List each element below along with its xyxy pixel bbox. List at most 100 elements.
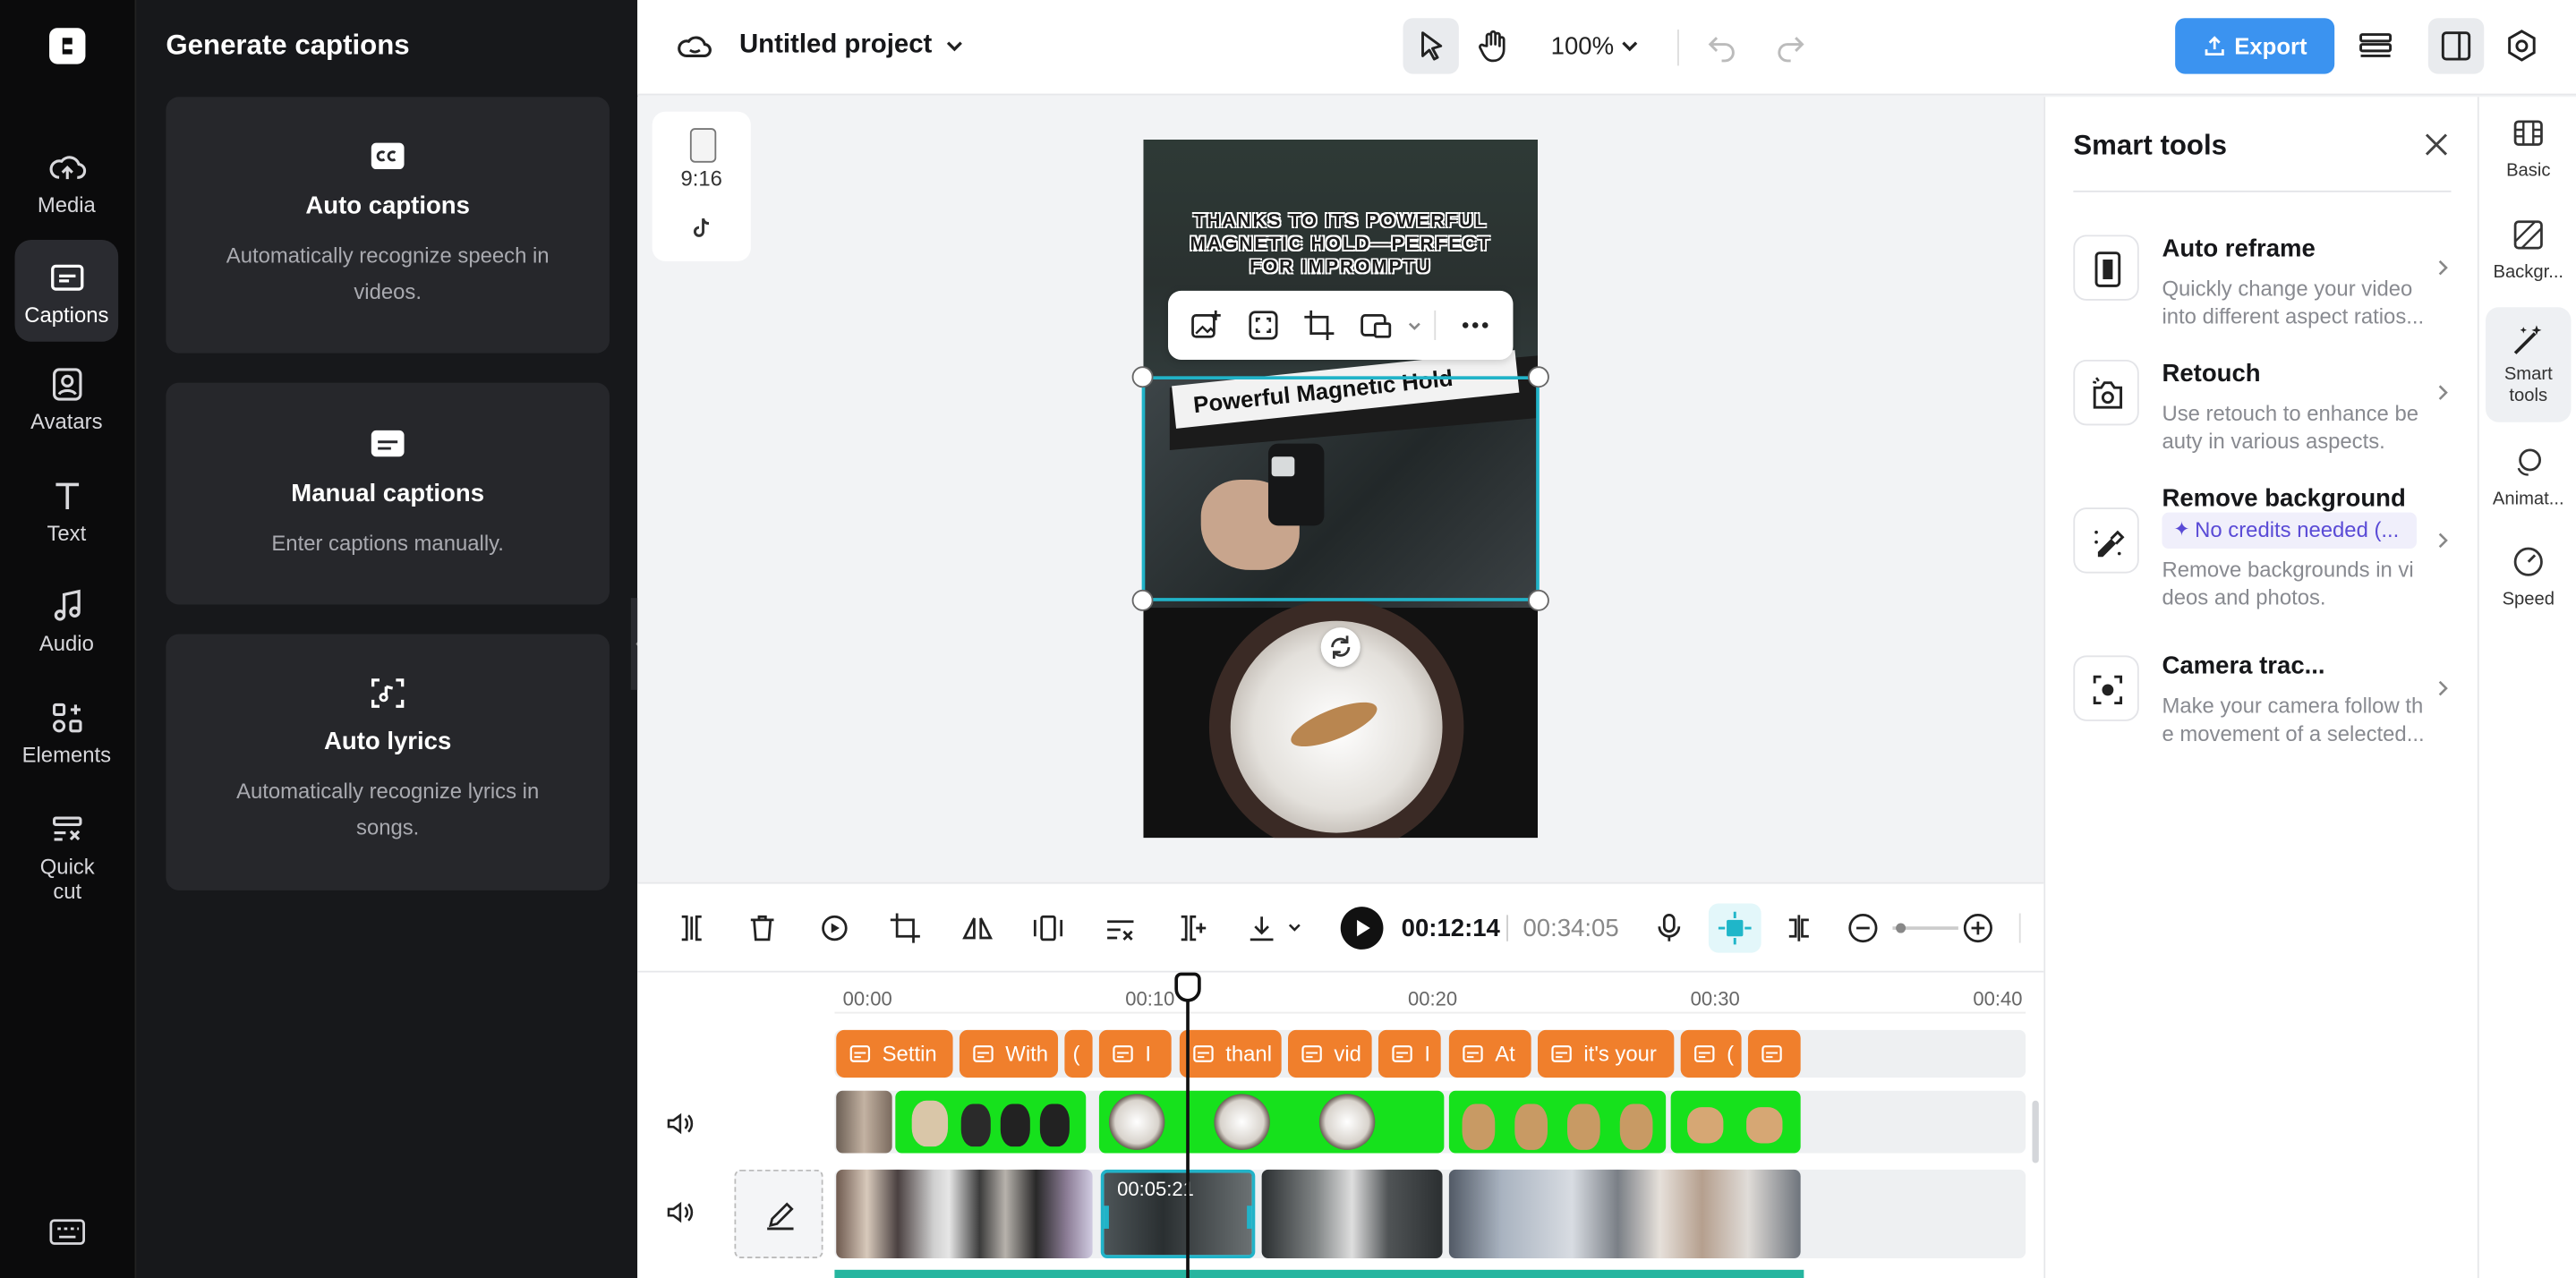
caption-clip[interactable]: vid xyxy=(1287,1029,1372,1078)
smart-tool-retouch[interactable]: Retouch Use retouch to enhance be auty i… xyxy=(2073,359,2451,464)
video-clip[interactable] xyxy=(1448,1169,1801,1258)
select-tool-button[interactable] xyxy=(1403,18,1459,74)
aspect-ratio-card[interactable]: 9:16 xyxy=(652,111,751,261)
rail-item-animation[interactable]: Animat... xyxy=(2486,445,2571,527)
caption-clip[interactable]: ( xyxy=(1680,1029,1742,1078)
replace-image-icon[interactable] xyxy=(1190,309,1223,342)
more-icon[interactable] xyxy=(1459,309,1492,342)
smart-tool-camera-tracking[interactable]: Camera trac... Make your camera follow t… xyxy=(2073,652,2451,757)
rail-item-background[interactable]: Backgr... xyxy=(2486,218,2571,301)
overlay-clip[interactable] xyxy=(895,1090,1087,1154)
caption-clip[interactable]: ( xyxy=(1064,1029,1093,1078)
keyboard-icon[interactable] xyxy=(49,1217,85,1247)
cloud-sync-icon[interactable] xyxy=(677,30,712,63)
rail-item-text[interactable]: Text xyxy=(15,476,119,578)
rail-item-media[interactable]: Media xyxy=(15,141,119,243)
overlay-clip-thumb xyxy=(1462,1103,1496,1150)
overlay-clip[interactable] xyxy=(1670,1090,1801,1154)
caption-clip[interactable]: I xyxy=(1378,1029,1441,1078)
playhead-handle[interactable] xyxy=(1174,972,1201,1002)
rail-item-basic[interactable]: Basic xyxy=(2486,116,2571,199)
rotate-handle[interactable] xyxy=(1320,627,1361,668)
video-clip[interactable] xyxy=(1261,1169,1443,1258)
rail-item-speed[interactable]: Speed xyxy=(2486,545,2571,627)
resize-handle[interactable] xyxy=(1527,366,1549,388)
caption-clip[interactable]: I xyxy=(1098,1029,1172,1078)
timeline[interactable]: 00:00 00:10 00:20 00:30 00:40 Settin Wit… xyxy=(637,972,2044,1278)
smart-tool-auto-reframe[interactable]: Auto reframe Quickly change your video i… xyxy=(2073,234,2451,339)
adjust-icon[interactable] xyxy=(1104,912,1137,945)
fit-icon[interactable] xyxy=(1032,912,1065,945)
split-screen-icon[interactable] xyxy=(1782,912,1815,945)
resize-handle[interactable] xyxy=(1527,589,1549,611)
rail-item-label: Text xyxy=(47,520,87,546)
chevron-down-icon[interactable] xyxy=(943,35,967,58)
selected-video-clip[interactable]: 00:05:21 xyxy=(1100,1169,1256,1258)
project-title[interactable]: Untitled project xyxy=(739,31,932,61)
focus-frame-icon[interactable] xyxy=(1247,309,1280,342)
export-button[interactable]: Export xyxy=(2175,18,2335,74)
layout-toggle-button[interactable] xyxy=(2427,18,2485,74)
clip-trim-handle-right[interactable] xyxy=(1247,1206,1252,1229)
caption-clip[interactable]: thanl xyxy=(1179,1029,1282,1078)
resize-handle[interactable] xyxy=(1131,366,1154,388)
selection-box[interactable] xyxy=(1141,376,1540,601)
rail-item-elements[interactable]: Elements xyxy=(15,698,119,800)
auto-captions-card[interactable]: Auto captions Automatically recognize sp… xyxy=(166,97,610,354)
resize-handle[interactable] xyxy=(1131,589,1154,611)
download-icon[interactable] xyxy=(1245,912,1278,945)
caption-clip[interactable]: it's your xyxy=(1537,1029,1675,1078)
split-icon[interactable] xyxy=(675,912,708,945)
overlay-clip[interactable] xyxy=(1098,1090,1445,1154)
speed-ramp-icon[interactable] xyxy=(818,912,851,945)
zoom-in-icon[interactable] xyxy=(1962,912,1995,945)
zoom-slider-thumb[interactable] xyxy=(1896,923,1906,933)
time-divider xyxy=(1506,915,1508,941)
clip-trim-handle-left[interactable] xyxy=(1104,1206,1109,1229)
app-logo[interactable] xyxy=(49,28,86,64)
undo-icon[interactable] xyxy=(1705,30,1738,63)
caption-clip[interactable]: With xyxy=(959,1029,1059,1078)
play-button[interactable] xyxy=(1340,907,1384,950)
crop-icon[interactable] xyxy=(1303,309,1336,342)
zoom-chevron-icon[interactable] xyxy=(1618,35,1642,58)
close-icon[interactable] xyxy=(2423,132,2449,158)
caption-clip[interactable] xyxy=(1747,1029,1801,1078)
manual-captions-card[interactable]: Manual captions Enter captions manually. xyxy=(166,382,610,605)
caption-clip[interactable]: At xyxy=(1448,1029,1531,1078)
layers-icon[interactable] xyxy=(2358,28,2393,64)
crop-icon[interactable] xyxy=(889,912,922,945)
chevron-down-icon[interactable] xyxy=(1406,319,1422,335)
settings-icon[interactable] xyxy=(2503,28,2539,64)
smart-tool-remove-background[interactable]: Remove background ✦ No credits needed (.… xyxy=(2073,484,2451,626)
delete-icon[interactable] xyxy=(746,912,779,945)
playhead[interactable] xyxy=(1186,998,1190,1278)
magnet-snap-button[interactable] xyxy=(1708,903,1761,953)
redo-icon[interactable] xyxy=(1774,30,1807,63)
rail-item-smart-tools[interactable]: Smart tools xyxy=(2486,307,2572,422)
rail-item-captions[interactable]: Captions xyxy=(14,239,119,342)
caption-clip[interactable]: Settin xyxy=(836,1029,953,1078)
flip-icon[interactable] xyxy=(961,912,994,945)
hand-tool-icon[interactable] xyxy=(1475,28,1511,64)
zoom-level[interactable]: 100% xyxy=(1551,33,1614,61)
zoom-out-icon[interactable] xyxy=(1847,912,1880,945)
rail-item-audio[interactable]: Audio xyxy=(15,586,119,688)
microphone-icon[interactable] xyxy=(1652,912,1685,945)
rail-item-avatars[interactable]: Avatars xyxy=(15,364,119,466)
overlay-clip[interactable] xyxy=(1448,1090,1667,1154)
timeline-scrollbar[interactable] xyxy=(2032,1100,2039,1163)
speaker-icon[interactable] xyxy=(665,1197,695,1227)
chevron-down-icon[interactable] xyxy=(1286,920,1302,936)
mask-icon[interactable] xyxy=(1361,309,1394,342)
rail-item-quick-cut[interactable]: Quick cut xyxy=(15,810,119,915)
speaker-icon[interactable] xyxy=(665,1109,695,1138)
subtitle-icon xyxy=(1113,1044,1134,1062)
auto-lyrics-card[interactable]: Auto lyrics Automatically recognize lyri… xyxy=(166,634,610,890)
insert-split-icon[interactable] xyxy=(1176,912,1209,945)
edit-cover-button[interactable] xyxy=(734,1169,823,1258)
overlay-clip[interactable] xyxy=(836,1090,892,1154)
avatar-icon xyxy=(52,368,81,401)
zoom-slider[interactable] xyxy=(1892,923,1958,933)
video-clip[interactable] xyxy=(836,1169,1093,1258)
